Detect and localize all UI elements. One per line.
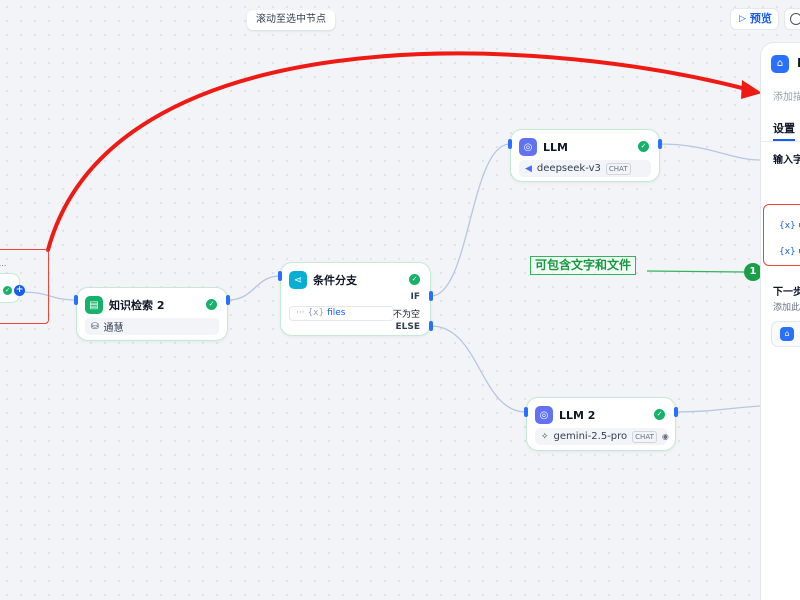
variable-icon: ··· {x} — [296, 308, 328, 318]
settings-panel[interactable]: ⌂ E 添加描 设置 输入字 {x} u {x} u 下一步 添加此 ⌂ — [760, 42, 800, 600]
edge-condition-llm2 — [430, 325, 527, 413]
llm-icon: ◎ — [535, 406, 553, 424]
edge-condition-llm1 — [430, 143, 511, 297]
mode-tag: CHAT — [632, 430, 657, 443]
dataset-name: 通慧 — [103, 323, 124, 334]
check-icon: ✓ — [654, 409, 665, 420]
output-port[interactable] — [674, 407, 678, 417]
node-title: LLM — [543, 140, 568, 154]
play-icon: ▷ — [739, 14, 746, 24]
model-name: gemini-2.5-pro — [553, 431, 628, 442]
edge-llm2-panel — [675, 405, 761, 413]
condition-branch-node[interactable]: ⋖ 条件分支 ✓ IF ··· {x} files 不为空 ELSE — [280, 262, 431, 336]
llm-2-node[interactable]: ◎ LLM 2 ✓ ✧ gemini-2.5-pro CHAT ◉ — [526, 397, 676, 451]
gemini-icon: ✧ — [541, 431, 549, 442]
if-output-port[interactable] — [429, 291, 433, 301]
llm-node[interactable]: ◎ LLM ✓ ◀ deepseek-v3 CHAT — [510, 129, 660, 182]
next-step-node[interactable]: ⌂ — [771, 321, 800, 347]
else-label: ELSE — [395, 322, 420, 332]
eye-icon: ◉ — [661, 432, 669, 441]
input-port[interactable] — [508, 139, 512, 149]
whale-icon: ◀ — [525, 163, 532, 174]
red-arrow-head — [741, 80, 762, 99]
home-icon: ⌂ — [780, 327, 794, 341]
output-port[interactable] — [226, 295, 230, 305]
check-icon: ✓ — [638, 141, 649, 152]
preview-button[interactable]: ▷ 预览 — [730, 8, 779, 30]
model-name: deepseek-v3 — [536, 163, 601, 174]
book-icon: ▤ — [85, 296, 103, 314]
condition-operator: 不为空 — [392, 310, 420, 320]
if-label: IF — [410, 292, 421, 302]
database-icon: ⛁ — [91, 321, 99, 332]
annotation-label: 可包含文字和文件 — [530, 256, 637, 275]
branch-icon: ⋖ — [289, 271, 307, 289]
input-variable-1[interactable]: {x} u — [779, 221, 800, 231]
history-button[interactable] — [784, 8, 800, 30]
edge-knowledge-condition — [227, 275, 281, 301]
divider — [761, 141, 800, 142]
check-icon: ✓ — [206, 299, 217, 310]
model-row[interactable]: ✧ gemini-2.5-pro CHAT ◉ — [535, 428, 669, 445]
next-step-label: 下一步 — [773, 287, 800, 298]
home-icon: ⌂ — [771, 55, 789, 73]
llm-icon: ◎ — [519, 138, 537, 156]
node-title: 知识检索 2 — [109, 299, 165, 312]
node-title: LLM 2 — [559, 408, 596, 422]
clock-icon — [790, 13, 800, 25]
panel-description[interactable]: 添加描 — [773, 88, 800, 103]
knowledge-retrieval-node[interactable]: ▤ 知识检索 2 ✓ ⛁ 通慧 — [76, 287, 228, 341]
edge-llm1-panel — [659, 143, 761, 161]
input-port[interactable] — [278, 271, 282, 281]
workflow-canvas[interactable]: 滚动至选中节点 ▷ 预览 ' ... ✓ + ▤ 知识检索 2 ✓ ⛁ 通慧 ⋖… — [0, 0, 800, 600]
tab-settings[interactable]: 设置 — [773, 120, 795, 136]
next-step-description: 添加此 — [773, 303, 800, 313]
scroll-to-selected-button[interactable]: 滚动至选中节点 — [247, 10, 335, 30]
highlight-box-start — [0, 249, 49, 324]
model-row[interactable]: ◀ deepseek-v3 CHAT — [519, 160, 651, 177]
input-variable-2[interactable]: {x} u — [779, 247, 800, 257]
input-port[interactable] — [524, 407, 528, 417]
node-title: 条件分支 — [313, 274, 357, 287]
preview-label: 预览 — [749, 12, 772, 25]
dataset-row[interactable]: ⛁ 通慧 — [85, 318, 219, 335]
else-output-port[interactable] — [429, 321, 433, 331]
annotation-leader-line — [646, 270, 745, 273]
input-fields-label: 输入字 — [773, 155, 800, 166]
check-icon: ✓ — [409, 274, 420, 285]
mode-tag: CHAT — [605, 162, 631, 175]
input-port[interactable] — [74, 295, 78, 305]
output-port[interactable] — [658, 139, 662, 149]
condition-variable[interactable]: ··· {x} files — [289, 306, 394, 321]
